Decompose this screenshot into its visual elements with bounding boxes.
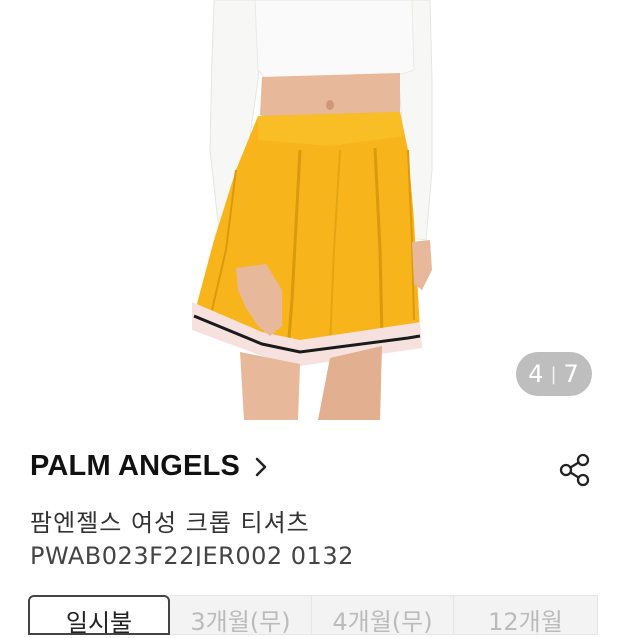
tab-lump-sum[interactable]: 일시불	[28, 595, 170, 637]
share-icon	[559, 453, 590, 487]
payment-option-tabs: 일시불 3개월(무) 4개월(무) 12개월	[28, 595, 598, 637]
tab-4-month[interactable]: 4개월(무)	[312, 595, 454, 636]
share-button[interactable]	[556, 450, 594, 490]
chevron-right-icon	[254, 456, 268, 478]
product-code: PWAB023F22JER002 0132	[30, 542, 354, 566]
image-counter: 4 | 7	[516, 352, 592, 396]
image-counter-separator: |	[550, 363, 558, 385]
brand-link[interactable]: PALM ANGELS	[30, 450, 268, 483]
product-name: 팜엔젤스 여성 크롭 티셔츠	[30, 509, 310, 537]
product-image[interactable]: 4 | 7	[0, 0, 620, 420]
image-counter-current: 4	[528, 360, 545, 388]
tab-3-month[interactable]: 3개월(무)	[170, 595, 312, 636]
brand-name: PALM ANGELS	[30, 450, 241, 482]
image-counter-total: 7	[563, 360, 580, 388]
tab-12-month[interactable]: 12개월	[454, 595, 598, 636]
